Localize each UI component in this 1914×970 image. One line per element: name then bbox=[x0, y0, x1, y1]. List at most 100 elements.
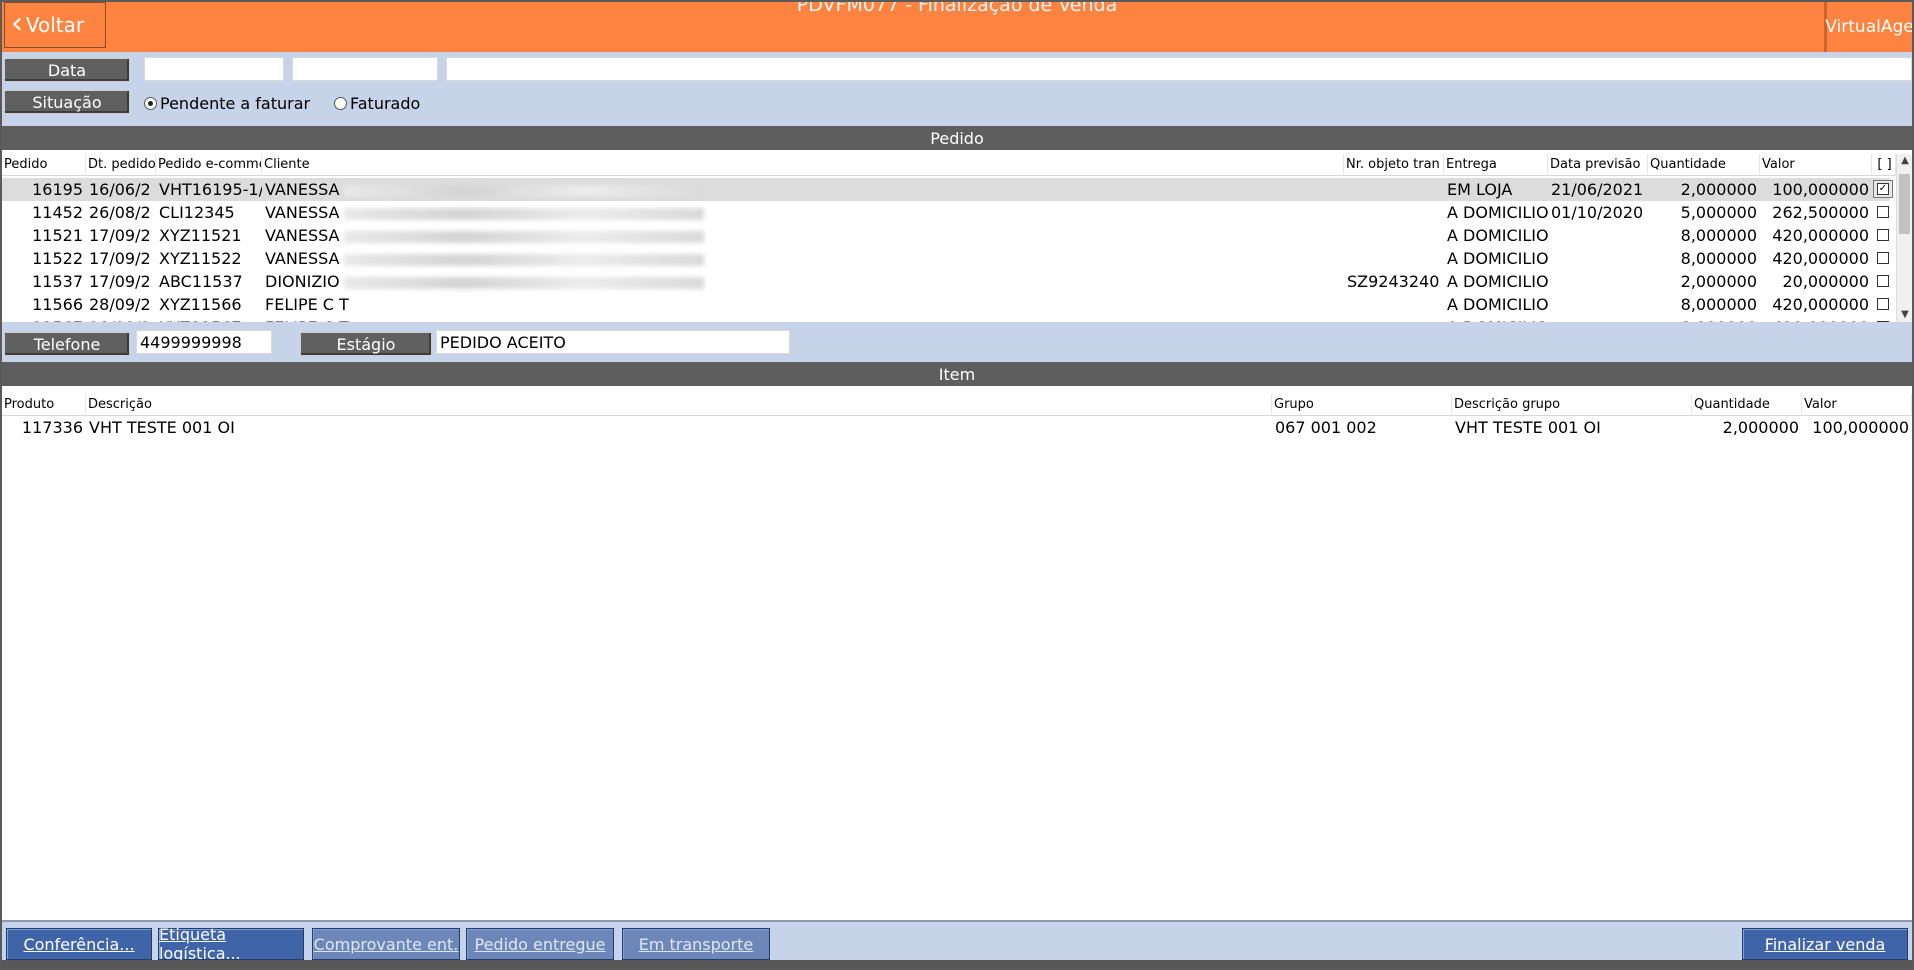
filter-panel: Data Situação Pendente a faturar Faturad… bbox=[2, 52, 1912, 126]
cell-dt: 17/09/2 bbox=[86, 224, 156, 247]
col-nr-objeto[interactable]: Nr. objeto tran bbox=[1344, 154, 1444, 176]
em-transporte-button[interactable]: Em transporte bbox=[622, 928, 770, 960]
cell-entrega: EM LOJA bbox=[1444, 178, 1548, 201]
item-row[interactable]: 117336 VHT TESTE 001 OI 067 001 002 VHT TES… bbox=[2, 416, 1912, 439]
cell-cliente-text: VANESSA bbox=[265, 203, 340, 222]
section-item-header: Item bbox=[2, 362, 1912, 386]
col-pedido-ecommerce[interactable]: Pedido e-comme bbox=[156, 154, 262, 176]
col-produto[interactable]: Produto bbox=[2, 394, 86, 416]
row-select-focus[interactable]: ✓ bbox=[1873, 180, 1893, 198]
cell-ecom: CLI12345 bbox=[156, 201, 262, 224]
cell-entrega-text: A DOMICILIO bbox=[1447, 226, 1548, 245]
cell-ecom: XYZ11522 bbox=[156, 247, 262, 270]
pedido-entregue-button[interactable]: Pedido entregue bbox=[466, 928, 614, 960]
cell-ecom: VHT16195-1/ bbox=[156, 178, 262, 201]
cell-dt-text: 26/08/2 bbox=[89, 203, 151, 222]
row-checkbox[interactable]: ✓ bbox=[1877, 183, 1889, 195]
cell-entrega-text: EM LOJA bbox=[1447, 180, 1513, 199]
cell-entrega-text: A DOMICILIO bbox=[1447, 295, 1548, 314]
cell-cliente: DIONIZIO bbox=[262, 270, 1344, 293]
col-cliente[interactable]: Cliente bbox=[262, 154, 1344, 176]
cell-valor-text: 420,000000 bbox=[1772, 295, 1869, 314]
col-item-quantidade[interactable]: Quantidade bbox=[1692, 394, 1802, 416]
cell-cliente: VANESSA bbox=[262, 201, 1344, 224]
section-pedido-header: Pedido bbox=[2, 126, 1912, 150]
radio-unselected-icon bbox=[334, 97, 347, 110]
col-select[interactable]: [ ] bbox=[1872, 154, 1896, 176]
radio-selected-icon bbox=[144, 97, 157, 110]
scroll-up-icon[interactable]: ▲ bbox=[1897, 154, 1912, 168]
cell-ecom-text: CLI12345 bbox=[159, 203, 235, 222]
col-valor[interactable]: Valor bbox=[1760, 154, 1872, 176]
pedido-grid-header: Pedido Dt. pedido Pedido e-comme Cliente… bbox=[2, 154, 1912, 176]
cell-ecom-text: XYZ11566 bbox=[159, 295, 242, 314]
col-quantidade[interactable]: Quantidade bbox=[1648, 154, 1760, 176]
cell-cliente-text: VANESSA bbox=[265, 249, 340, 268]
row-checkbox[interactable] bbox=[1877, 252, 1889, 264]
estagio-field[interactable]: PEDIDO ACEITO bbox=[436, 330, 790, 354]
scroll-down-icon[interactable]: ▼ bbox=[1897, 308, 1912, 322]
cell-entrega: A DOMICILIO bbox=[1444, 293, 1548, 316]
col-descricao-grupo[interactable]: Descrição grupo bbox=[1452, 394, 1692, 416]
cell-pedido: 11521 bbox=[2, 224, 86, 247]
page-title: PDVFM077 - Finalização de Venda bbox=[796, 0, 1118, 16]
cell-cliente: VANESSA bbox=[262, 247, 1344, 270]
cell-valor-text: 20,000000 bbox=[1782, 272, 1869, 291]
col-grupo[interactable]: Grupo bbox=[1272, 394, 1452, 416]
pedido-grid[interactable]: Pedido Dt. pedido Pedido e-comme Cliente… bbox=[2, 154, 1912, 322]
row-checkbox[interactable] bbox=[1877, 275, 1889, 287]
pedido-scrollbar[interactable]: ▲ ▼ bbox=[1896, 154, 1912, 322]
telefone-field[interactable]: 4499999998 bbox=[136, 330, 272, 354]
radio-faturado[interactable]: Faturado bbox=[334, 94, 420, 113]
cell-cliente: VANESSA bbox=[262, 224, 1344, 247]
pedido-row[interactable]: 11522 17/09/2 XYZ11522 VANESSA A DOMICILIO 8,… bbox=[2, 247, 1890, 270]
col-entrega[interactable]: Entrega bbox=[1444, 154, 1548, 176]
cell-nrobj bbox=[1344, 247, 1444, 270]
etiqueta-logistica-button[interactable]: Etiqueta logística... bbox=[158, 925, 304, 963]
detail-panel: Telefone 4499999998 Estágio PEDIDO ACEIT… bbox=[2, 322, 1912, 362]
redacted-name bbox=[343, 184, 704, 197]
col-item-valor[interactable]: Valor bbox=[1802, 394, 1912, 416]
col-pedido[interactable]: Pedido bbox=[2, 154, 86, 176]
radio-faturado-label: Faturado bbox=[350, 94, 421, 113]
cell-previsao-text: 01/10/2020 bbox=[1551, 203, 1644, 222]
scroll-thumb[interactable] bbox=[1899, 174, 1910, 234]
radio-pendente[interactable]: Pendente a faturar bbox=[144, 94, 310, 113]
date-to-input[interactable] bbox=[292, 57, 438, 81]
cell-dt: 26/08/2 bbox=[86, 201, 156, 224]
row-checkbox[interactable] bbox=[1877, 206, 1889, 218]
cell-dt-text: 17/09/2 bbox=[89, 226, 151, 245]
col-dt-pedido[interactable]: Dt. pedido bbox=[86, 154, 156, 176]
redacted-name bbox=[343, 253, 704, 266]
cell-previsao: 21/06/2021 bbox=[1548, 178, 1648, 201]
app-window: ‹ Voltar PDVFM077 - Finalização de Venda… bbox=[0, 0, 1914, 970]
comprovante-button[interactable]: Comprovante ent. bbox=[312, 928, 460, 960]
item-grid[interactable]: Produto Descrição Grupo Descrição grupo … bbox=[2, 394, 1912, 920]
cell-entrega-text: A DOMICILIO bbox=[1447, 272, 1548, 291]
row-checkbox[interactable] bbox=[1877, 298, 1889, 310]
cell-qtd: 8,000000 bbox=[1648, 247, 1760, 270]
pedido-row[interactable]: 11452 26/08/2 CLI12345 VANESSA A DOMICILIO 01… bbox=[2, 201, 1890, 224]
pedido-row[interactable]: 11566 28/09/2 XYZ11566 FELIPE C T A DOMICILI… bbox=[2, 293, 1890, 316]
col-descricao[interactable]: Descrição bbox=[86, 394, 1272, 416]
title-bar: ‹ Voltar PDVFM077 - Finalização de Venda… bbox=[2, 2, 1912, 52]
row-checkbox[interactable] bbox=[1877, 229, 1889, 241]
status-strip bbox=[2, 960, 1912, 968]
cell-pedido: 11522 bbox=[2, 247, 86, 270]
item-cell-grupo: 067 001 002 bbox=[1275, 418, 1377, 437]
cell-cliente: FELIPE C T bbox=[262, 293, 1344, 316]
date-from-input[interactable] bbox=[144, 57, 284, 81]
cell-pedido: 16195 bbox=[2, 178, 86, 201]
date-extra-input[interactable] bbox=[446, 57, 1912, 81]
cell-nrobj bbox=[1344, 201, 1444, 224]
col-data-previsao[interactable]: Data previsão bbox=[1548, 154, 1648, 176]
conferencia-button[interactable]: Conferência... bbox=[6, 928, 152, 960]
pedido-row[interactable]: 11521 17/09/2 XYZ11521 VANESSA A DOMICILIO 8,… bbox=[2, 224, 1890, 247]
pedido-row[interactable]: 11537 17/09/2 ABC11537 DIONIZIO SZ9243240 A D… bbox=[2, 270, 1890, 293]
finalizar-venda-button[interactable]: Finalizar venda bbox=[1742, 928, 1908, 960]
cell-pedido-text: 11566 bbox=[32, 295, 83, 314]
cell-valor: 420,000000 bbox=[1760, 247, 1872, 270]
item-cell-valor: 100,000000 bbox=[1812, 418, 1909, 437]
pedido-row[interactable]: 16195 16/06/2 VHT16195-1/VANESSA EM LOJA 21/… bbox=[2, 178, 1893, 201]
cell-qtd-text: 2,000000 bbox=[1680, 272, 1757, 291]
